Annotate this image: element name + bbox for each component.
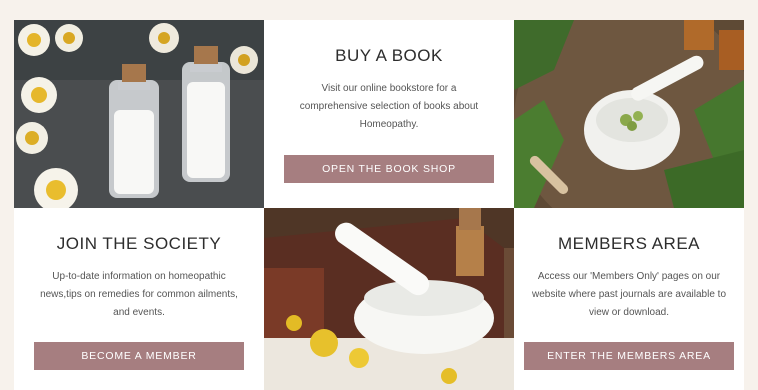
members-area-description: Access our 'Members Only' pages on our w… — [532, 271, 726, 318]
book-mortar-photo — [264, 208, 514, 390]
homeopathic-pills-photo — [14, 20, 264, 208]
buy-book-description: Visit our online bookstore for a compreh… — [299, 83, 479, 130]
become-member-button[interactable]: BECOME A MEMBER — [34, 342, 244, 370]
join-society-title: JOIN THE SOCIETY — [56, 234, 222, 253]
enter-members-area-button[interactable]: ENTER THE MEMBERS AREA — [524, 342, 734, 370]
join-society-description: Up-to-date information on homeopathic ne… — [40, 271, 238, 318]
join-society-card: JOIN THE SOCIETY Up-to-date information … — [14, 208, 264, 390]
members-area-title: MEMBERS AREA — [557, 234, 701, 253]
feature-grid: BUY A BOOK Visit our online bookstore fo… — [14, 20, 744, 390]
open-book-shop-button[interactable]: OPEN THE BOOK SHOP — [284, 155, 494, 183]
mortar-herbs-photo — [514, 20, 744, 208]
buy-book-title: BUY A BOOK — [335, 46, 443, 65]
buy-book-card: BUY A BOOK Visit our online bookstore fo… — [264, 20, 514, 208]
members-area-card: MEMBERS AREA Access our 'Members Only' p… — [514, 208, 744, 390]
